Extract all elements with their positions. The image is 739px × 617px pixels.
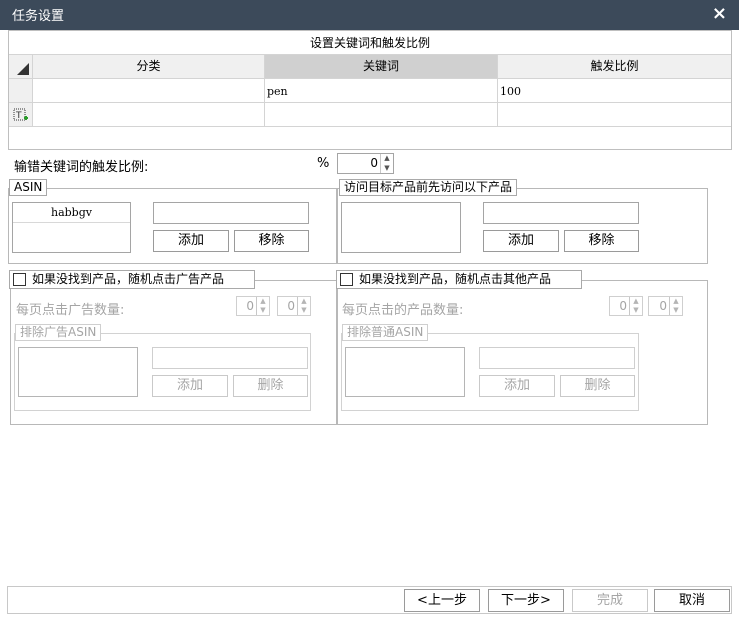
corner-triangle-icon (17, 63, 29, 75)
grid-corner[interactable] (9, 55, 33, 79)
spin-down-icon[interactable]: ▼ (630, 306, 642, 315)
other-count-max-spinner[interactable]: 0 ▲ ▼ (648, 296, 683, 316)
other-fallback-checkbox[interactable] (340, 273, 353, 286)
next-step-button[interactable]: 下一步> (488, 589, 564, 612)
visit-first-legend: 访问目标产品前先访问以下产品 (339, 179, 518, 196)
typo-ratio-label: 输错关键词的触发比例: (14, 160, 149, 175)
grid-new-cell-category[interactable] (33, 103, 265, 127)
other-fallback-label[interactable]: 如果没找到产品，随机点击其他产品 (359, 272, 551, 287)
close-icon[interactable]: × (712, 3, 727, 24)
finish-button[interactable]: 完成 (572, 589, 648, 612)
exclude-normal-asin-input[interactable] (479, 347, 635, 369)
exclude-normal-asin-legend: 排除普通ASIN (342, 324, 429, 341)
asin-add-button[interactable]: 添加 (153, 230, 229, 252)
ad-count-label: 每页点击广告数量: (16, 303, 125, 318)
spin-down-icon[interactable]: ▼ (298, 306, 310, 315)
title-bar: 任务设置 × (0, 0, 739, 30)
column-header-keyword[interactable]: 关键词 (265, 55, 498, 79)
exclude-ad-delete-button[interactable]: 删除 (233, 375, 308, 397)
spin-up-icon[interactable]: ▲ (381, 154, 393, 164)
spin-up-icon[interactable]: ▲ (670, 297, 682, 306)
other-count-max-value: 0 (659, 299, 667, 313)
grid-cell-keyword[interactable]: pen (265, 79, 498, 103)
visit-first-add-button[interactable]: 添加 (483, 230, 559, 252)
grid-cell-ratio[interactable]: 100 (498, 79, 731, 103)
window-title: 任务设置 (12, 9, 65, 24)
spin-down-icon[interactable]: ▼ (381, 164, 393, 174)
cancel-button[interactable]: 取消 (654, 589, 730, 612)
new-row-header[interactable]: T (9, 103, 33, 127)
spin-down-icon[interactable]: ▼ (670, 306, 682, 315)
other-fallback-legend: 如果没找到产品，随机点击其他产品 (336, 270, 582, 289)
asin-list[interactable]: habbgv (12, 202, 131, 253)
ad-count-max-spinner[interactable]: 0 ▲ ▼ (277, 296, 311, 316)
exclude-ad-asin-list[interactable] (18, 347, 138, 397)
ad-fallback-legend: 如果没找到产品，随机点击广告产品 (9, 270, 255, 289)
ad-count-min-value: 0 (246, 299, 254, 313)
asin-input[interactable] (153, 202, 309, 224)
grid-new-cell-ratio[interactable] (498, 103, 731, 127)
typo-ratio-value: 0 (370, 156, 378, 170)
ad-count-max-value: 0 (287, 299, 295, 313)
visit-first-input[interactable] (483, 202, 639, 224)
exclude-normal-add-button[interactable]: 添加 (479, 375, 555, 397)
visit-first-list[interactable] (341, 202, 461, 253)
ad-fallback-checkbox[interactable] (13, 273, 26, 286)
spin-up-icon[interactable]: ▲ (257, 297, 269, 306)
keyword-grid: 设置关键词和触发比例 分类 关键词 触发比例 pen 100 T (8, 30, 732, 150)
ad-count-min-spinner[interactable]: 0 ▲ ▼ (236, 296, 270, 316)
exclude-ad-asin-legend: 排除广告ASIN (15, 324, 102, 341)
typo-ratio-spinner[interactable]: 0 ▲ ▼ (337, 153, 394, 174)
column-header-category[interactable]: 分类 (33, 55, 265, 79)
asin-list-item[interactable]: habbgv (13, 203, 130, 223)
prev-step-button[interactable]: <上一步 (404, 589, 480, 612)
exclude-ad-asin-input[interactable] (152, 347, 308, 369)
asin-remove-button[interactable]: 移除 (234, 230, 309, 252)
other-count-min-spinner[interactable]: 0 ▲ ▼ (609, 296, 643, 316)
new-row-icon: T (13, 108, 28, 121)
grid-new-cell-keyword[interactable] (265, 103, 498, 127)
spin-up-icon[interactable]: ▲ (630, 297, 642, 306)
other-count-label: 每页点击的产品数量: (342, 303, 464, 318)
spin-up-icon[interactable]: ▲ (298, 297, 310, 306)
ad-fallback-label[interactable]: 如果没找到产品，随机点击广告产品 (32, 272, 224, 287)
grid-cell-category[interactable] (33, 79, 265, 103)
spin-down-icon[interactable]: ▼ (257, 306, 269, 315)
visit-first-remove-button[interactable]: 移除 (564, 230, 639, 252)
grid-caption: 设置关键词和触发比例 (9, 31, 731, 55)
other-count-min-value: 0 (619, 299, 627, 313)
exclude-normal-delete-button[interactable]: 删除 (560, 375, 635, 397)
exclude-normal-asin-list[interactable] (345, 347, 465, 397)
exclude-ad-add-button[interactable]: 添加 (152, 375, 228, 397)
svg-text:T: T (15, 111, 22, 121)
column-header-ratio[interactable]: 触发比例 (498, 55, 731, 79)
row-header[interactable] (9, 79, 33, 103)
percent-unit: % (317, 156, 330, 171)
asin-legend: ASIN (9, 179, 48, 196)
